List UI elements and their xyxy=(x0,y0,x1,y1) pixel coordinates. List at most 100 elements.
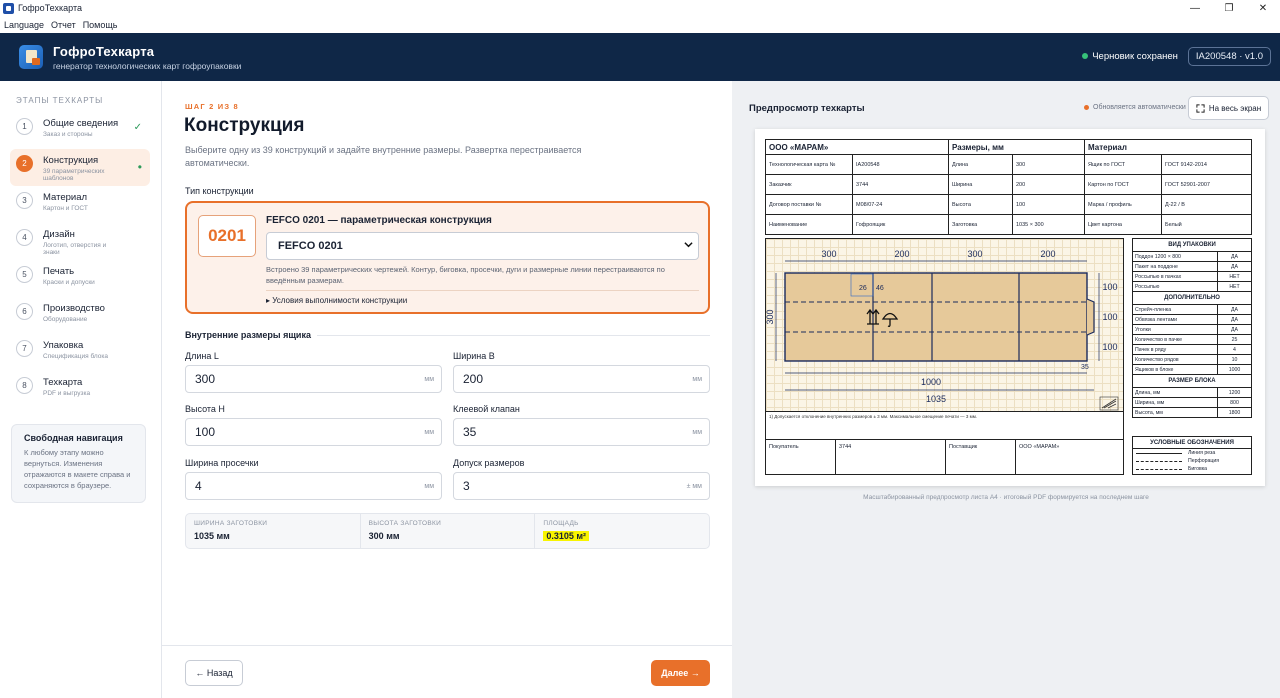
cell: 1800 xyxy=(1217,407,1252,418)
tolerance-note: 1) Допускается отклонение внутренних раз… xyxy=(765,412,1124,440)
chevron-down-icon xyxy=(684,240,693,251)
divider xyxy=(266,290,699,291)
sidebar-step-packing[interactable]: 7 Упаковка Спецификация блока xyxy=(10,334,150,371)
step-label: Упаковка xyxy=(43,340,84,351)
construction-note: Встроено 39 параметрических чертежей. Ко… xyxy=(266,265,665,285)
legend-title: УСЛОВНЫЕ ОБОЗНАЧЕНИЯ xyxy=(1133,437,1251,449)
section-title: РАЗМЕР БЛОКА xyxy=(1132,374,1252,388)
dim-panel-2: 200 xyxy=(894,249,909,259)
menubar: Language Отчет Помощь xyxy=(0,16,1280,33)
construction-card: 0201 FEFCO 0201 — параметрическая констр… xyxy=(185,201,710,314)
step-number: 1 xyxy=(16,118,33,135)
app-header: ГофроТехкарта генератор технологических … xyxy=(0,33,1280,81)
construction-form: ШАГ 2 ИЗ 8 Конструкция Выберите одну из … xyxy=(162,81,732,698)
step-label: Печать xyxy=(43,266,75,277)
cell: Длина, мм xyxy=(1132,387,1218,398)
packing-spec-table: ВИД УПАКОВКИ Поддон 1200 × 800 ДА Пакет н… xyxy=(1132,238,1252,418)
tolerance-input[interactable]: 3 ± мм xyxy=(453,472,710,500)
sidebar-step-techcard[interactable]: 8 Техкарта PDF и выгрузка xyxy=(10,371,150,408)
height-input[interactable]: 100 мм xyxy=(185,418,442,446)
navbox-title: Свободная навигация xyxy=(24,433,123,443)
dim-total-height: 300 xyxy=(766,309,775,324)
sidebar-step-production[interactable]: 6 Производство Оборудование xyxy=(10,297,150,334)
sidebar-step-print[interactable]: 5 Печать Краски и допуски xyxy=(10,260,150,297)
cell: 1000 xyxy=(1217,364,1252,375)
cell: Стрейч-пленка xyxy=(1132,304,1218,315)
cell: НЕТ xyxy=(1217,271,1252,282)
status-dot-icon xyxy=(1084,105,1089,110)
window-titlebar: ГофроТехкарта — ❐ ✕ xyxy=(0,0,1280,16)
step-label: Конструкция xyxy=(43,155,99,166)
cell: ООО «МАРАМ» xyxy=(1019,444,1060,450)
save-status: Черновик сохранен xyxy=(1082,51,1178,62)
step-number: 2 xyxy=(16,155,33,172)
dims-section-title: Внутренние размеры ящика xyxy=(185,330,311,340)
navbox-text: К любому этапу можно вернуться. Изменени… xyxy=(24,448,131,490)
blank-body xyxy=(784,272,1088,362)
sidebar-step-general[interactable]: 1 Общие сведения Заказ и стороны ✓ xyxy=(10,112,150,149)
maximize-icon[interactable]: ❐ xyxy=(1212,0,1246,16)
construction-code-badge: 0201 xyxy=(198,215,256,257)
glue-flap xyxy=(1086,298,1095,336)
cell: Марка / профиль xyxy=(1084,194,1162,215)
cell: Заказчик xyxy=(765,174,853,195)
width-input[interactable]: 200 мм xyxy=(453,365,710,393)
minimize-icon[interactable]: — xyxy=(1178,0,1212,16)
cell: Пакет на поддоне xyxy=(1132,261,1218,272)
cell: Ширина xyxy=(948,174,1013,195)
menu-report[interactable]: Отчет xyxy=(51,20,76,30)
dims-header: Размеры, мм xyxy=(948,139,1085,155)
summary-area: ПЛОЩАДЬ 0.3105 м² xyxy=(535,514,709,548)
dim-height-1: 100 xyxy=(1102,282,1117,292)
footer-divider xyxy=(162,645,732,646)
cell: 10 xyxy=(1217,354,1252,365)
fullscreen-button[interactable]: На весь экран xyxy=(1188,96,1269,120)
sidebar-step-design[interactable]: 4 Дизайн Логотип, отверстия и знаки xyxy=(10,223,150,260)
preview-title: Предпросмотр техкарты xyxy=(749,103,865,114)
dim-inner-width: 1000 xyxy=(921,377,941,387)
width-label: Ширина B xyxy=(453,351,495,361)
cell: Высота xyxy=(948,194,1013,215)
header-status-area: Черновик сохранен IA200548 · v1.0 xyxy=(1082,47,1271,66)
step-label: Производство xyxy=(43,303,105,314)
step-sub: Оборудование xyxy=(43,316,88,323)
cell: Гофроящик xyxy=(852,214,949,235)
cell: Покупатель xyxy=(766,440,836,474)
step-sub: Логотип, отверстия и знаки xyxy=(43,242,107,257)
cell: ГОСТ 52901-2007 xyxy=(1161,174,1252,195)
dim-panel-4: 200 xyxy=(1040,249,1055,259)
menu-language[interactable]: Language xyxy=(4,20,44,30)
sidebar-step-material[interactable]: 3 Материал Картон и ГОСТ xyxy=(10,186,150,223)
next-button[interactable]: Далее → xyxy=(651,660,710,686)
glue-flap-input[interactable]: 35 мм xyxy=(453,418,710,446)
back-button[interactable]: ← Назад xyxy=(185,660,243,686)
sidebar-step-construction[interactable]: 2 Конструкция 39 параметрических шаблонов… xyxy=(10,149,150,186)
menu-help[interactable]: Помощь xyxy=(83,20,118,30)
cell: Высота, мм xyxy=(1132,407,1218,418)
cell: 100 xyxy=(1012,194,1085,215)
legend-item: Линия реза xyxy=(1133,449,1251,457)
eco-icon xyxy=(1099,396,1119,411)
step-indicator: ШАГ 2 ИЗ 8 xyxy=(185,102,239,111)
feasibility-expander[interactable]: ▸ Условия выполнимости конструкции xyxy=(266,296,407,305)
techcard-sheet: ООО «МАРАМ» Размеры, мм Материал Техноло… xyxy=(755,129,1265,486)
construction-select[interactable]: FEFCO 0201 xyxy=(266,232,699,260)
cell: ДА xyxy=(1217,314,1252,325)
window-title: ГофроТехкарта xyxy=(18,3,82,13)
cell: Уголки xyxy=(1132,324,1218,335)
cell: ГОСТ 9142-2014 xyxy=(1161,154,1252,175)
length-input[interactable]: 300 мм xyxy=(185,365,442,393)
cell: Количество рядов xyxy=(1132,354,1218,365)
sidebar-title: ЭТАПЫ ТЕХКАРТЫ xyxy=(16,96,104,105)
blank-summary: ШИРИНА ЗАГОТОВКИ 1035 мм ВЫСОТА ЗАГОТОВКИ… xyxy=(185,513,710,549)
preview-panel: Предпросмотр техкарты Обновляется автома… xyxy=(732,81,1280,698)
step-label: Техкарта xyxy=(43,377,83,388)
cell: Д-22 / В xyxy=(1161,194,1252,215)
steps-sidebar: ЭТАПЫ ТЕХКАРТЫ 1 Общие сведения Заказ и с… xyxy=(0,81,162,698)
cell: Картон по ГОСТ xyxy=(1084,174,1162,195)
slot-width-input[interactable]: 4 мм xyxy=(185,472,442,500)
cell: Поддон 1200 × 800 xyxy=(1132,251,1218,262)
close-icon[interactable]: ✕ xyxy=(1246,0,1280,16)
step-sub: Заказ и стороны xyxy=(43,131,93,138)
cell: Технологическая карта № xyxy=(765,154,853,175)
